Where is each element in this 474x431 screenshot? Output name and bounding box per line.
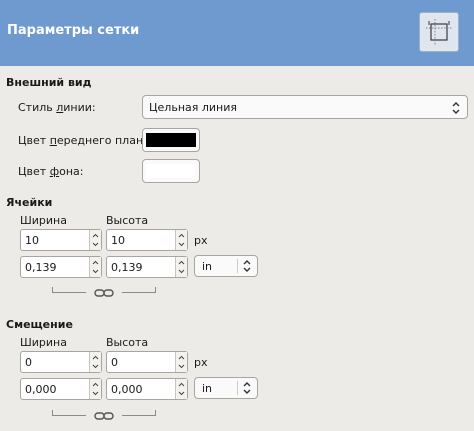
updown-arrows-icon	[242, 259, 252, 273]
offset-height-label: Высота	[106, 336, 149, 349]
chain-link-icon	[94, 411, 114, 421]
offset-px-unit: px	[194, 356, 208, 369]
cells-height-res-spinner[interactable]: 0,139	[106, 256, 188, 278]
offset-width-label: Ширина	[20, 336, 67, 349]
spin-arrows-icon[interactable]	[89, 230, 101, 250]
offset-height-res-spinner[interactable]: 0,000	[106, 378, 188, 400]
spin-arrows-icon[interactable]	[175, 257, 187, 277]
offset-chain-toggle[interactable]	[52, 410, 156, 422]
offset-width-value: 0	[25, 356, 32, 369]
offset-width-res-value: 0,000	[25, 383, 57, 396]
background-color-label: Цвет фона:	[18, 165, 84, 178]
cells-unit-select[interactable]: in	[194, 255, 258, 277]
offset-height-value: 0	[111, 356, 118, 369]
cells-height-res-value: 0,139	[111, 261, 143, 274]
dialog-header: Параметры сетки	[0, 0, 474, 66]
foreground-color-button[interactable]	[142, 128, 200, 152]
line-style-select[interactable]: Цельная линия	[142, 95, 468, 119]
chain-link-icon	[94, 288, 114, 298]
foreground-color-swatch	[146, 133, 196, 147]
updown-arrows-icon	[242, 381, 252, 395]
foreground-color-label: Цвет переднего плана:	[18, 134, 154, 147]
cells-width-spinner[interactable]: 10	[20, 229, 102, 251]
cells-height-label: Высота	[106, 214, 149, 227]
page-title: Параметры сетки	[7, 23, 140, 38]
spin-arrows-icon[interactable]	[89, 379, 101, 399]
offset-section-title: Смещение	[6, 318, 73, 331]
cells-chain-toggle[interactable]	[52, 287, 156, 299]
line-style-label: Стиль линии:	[18, 101, 96, 114]
spin-arrows-icon[interactable]	[89, 257, 101, 277]
updown-arrows-icon	[451, 101, 461, 115]
offset-unit-value: in	[202, 382, 213, 395]
cells-height-spinner[interactable]: 10	[106, 229, 188, 251]
spin-arrows-icon[interactable]	[89, 352, 101, 372]
offset-height-spinner[interactable]: 0	[106, 351, 188, 373]
cells-width-value: 10	[25, 234, 39, 247]
spin-arrows-icon[interactable]	[175, 230, 187, 250]
cells-height-value: 10	[111, 234, 125, 247]
cells-section-title: Ячейки	[6, 196, 53, 209]
cells-px-unit: px	[194, 234, 208, 247]
grid-icon	[419, 12, 459, 52]
cells-width-res-spinner[interactable]: 0,139	[20, 256, 102, 278]
offset-width-spinner[interactable]: 0	[20, 351, 102, 373]
line-style-value: Цельная линия	[149, 101, 238, 114]
spin-arrows-icon[interactable]	[175, 379, 187, 399]
cells-width-res-value: 0,139	[25, 261, 57, 274]
cells-width-label: Ширина	[20, 214, 67, 227]
offset-unit-select[interactable]: in	[194, 377, 258, 399]
background-color-button[interactable]	[142, 159, 200, 183]
background-color-swatch	[146, 164, 196, 178]
offset-width-res-spinner[interactable]: 0,000	[20, 378, 102, 400]
appearance-section-title: Внешний вид	[6, 76, 92, 89]
cells-unit-value: in	[202, 260, 213, 273]
offset-height-res-value: 0,000	[111, 383, 143, 396]
spin-arrows-icon[interactable]	[175, 352, 187, 372]
